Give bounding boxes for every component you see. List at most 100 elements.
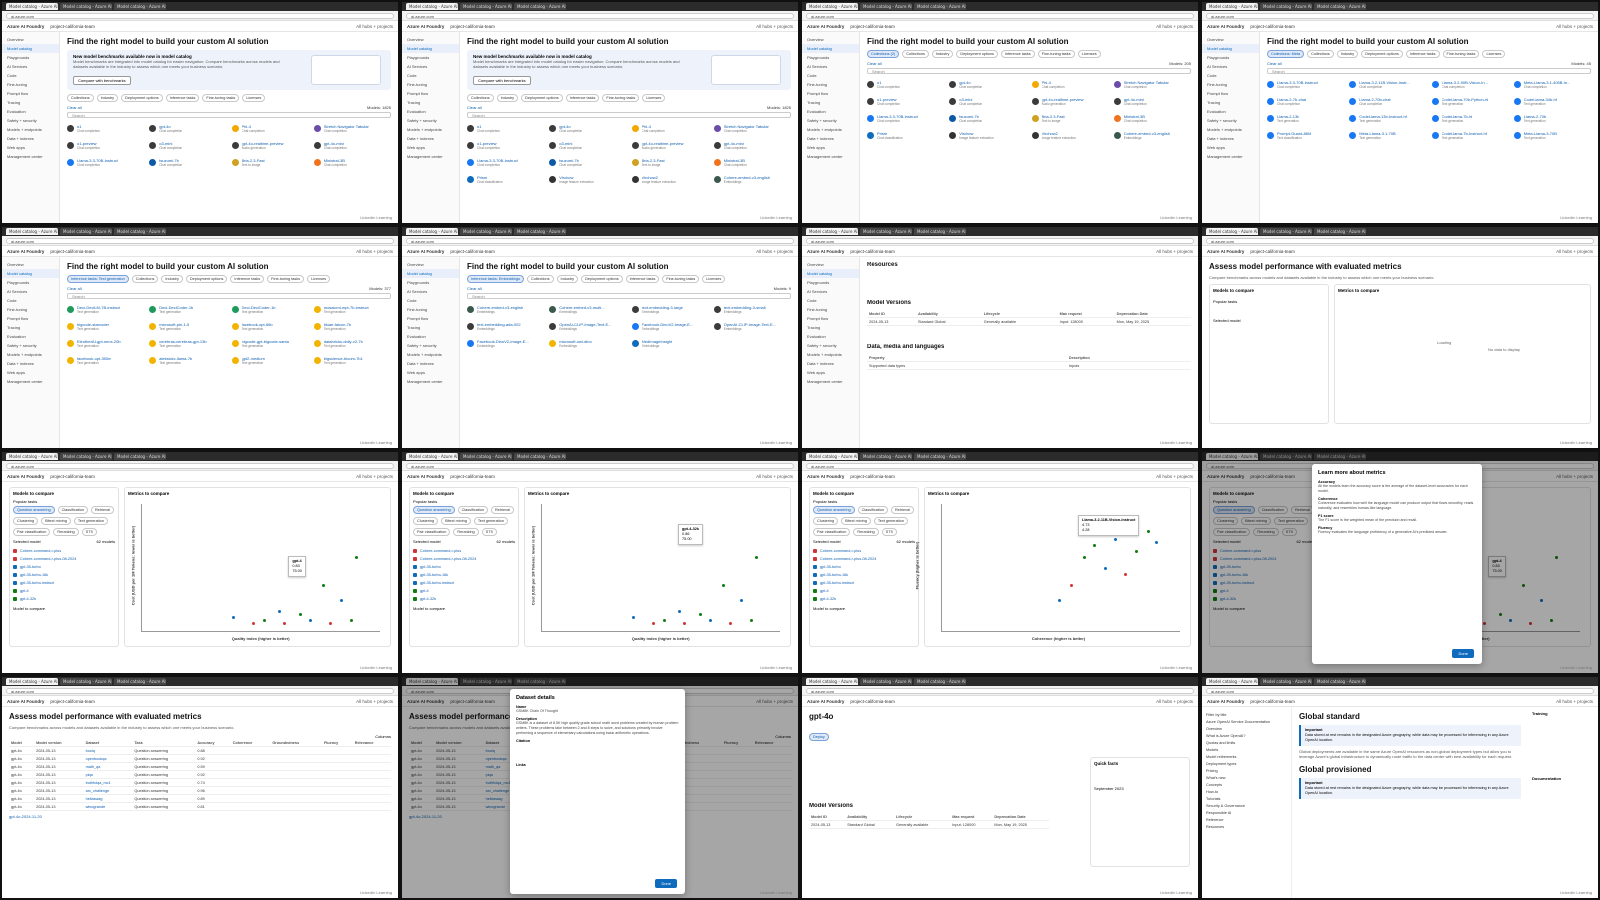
hubs-link[interactable]: All hubs + projects: [356, 249, 393, 254]
browser-tab[interactable]: Model catalog - Azure AI Foundry: [406, 453, 458, 460]
done-button[interactable]: Done: [655, 879, 677, 888]
sidebar-item[interactable]: Models + endpoints: [2, 350, 59, 359]
model-card[interactable]: gpt-4o-mini Chat completion: [1113, 95, 1191, 108]
browser-tab[interactable]: Model catalog - Azure AI Foundry: [406, 228, 458, 235]
browser-tab[interactable]: Model catalog - Azure AI Foundry: [806, 678, 858, 685]
sidebar-item[interactable]: Model catalog: [402, 269, 459, 278]
model-card[interactable]: OpenAI-CLIP-Image-Text-E... Embeddings: [713, 320, 791, 333]
sidebar-item[interactable]: Prompt flow: [802, 314, 859, 323]
model-card[interactable]: Llama-3.3-70B-Instruct Chat completion: [467, 156, 544, 169]
model-card[interactable]: Virchow Image feature extraction: [549, 173, 626, 186]
filter-chip[interactable]: Licenses: [307, 275, 331, 283]
model-card[interactable]: text-embedding-ada-002 Embeddings: [467, 320, 544, 333]
project-breadcrumb[interactable]: project-california-team: [50, 474, 95, 479]
sidebar-item[interactable]: Overview: [1202, 35, 1259, 44]
docs-nav-item[interactable]: Quotas and limits: [1202, 739, 1291, 746]
filter-chip[interactable]: Licenses: [242, 94, 266, 102]
model-card[interactable]: Llama-2-13b Text generation: [1267, 112, 1344, 125]
task-chip[interactable]: Retrieval: [490, 506, 514, 514]
filter-chip[interactable]: Inference tasks: [1000, 50, 1035, 58]
model-card[interactable]: Phi-4 Chat completion: [231, 122, 309, 135]
chart-point[interactable]: [683, 621, 687, 625]
selected-model-row[interactable]: gpt-35-turbo: [813, 563, 915, 571]
sidebar-item[interactable]: Models + endpoints: [402, 350, 459, 359]
sidebar-item[interactable]: Management center: [402, 377, 459, 386]
brand-name[interactable]: Azure AI Foundry: [1207, 699, 1244, 704]
task-chip[interactable]: Text generation: [473, 517, 508, 525]
hubs-link[interactable]: All hubs + projects: [756, 249, 793, 254]
filter-chip[interactable]: Collections: [131, 275, 159, 283]
url-field[interactable]: ai.azure.com: [6, 237, 394, 244]
browser-tab[interactable]: Model catalog - Azure AI Foundry: [914, 678, 966, 685]
filter-chip[interactable]: Industry: [496, 94, 519, 102]
project-breadcrumb[interactable]: project-california-team: [50, 249, 95, 254]
browser-tab[interactable]: Model catalog - Azure AI Foundry: [60, 678, 112, 685]
table-row[interactable]: gpt-4o2024-05-13openbookqaQuestion answe…: [9, 754, 391, 763]
chart-point[interactable]: [278, 610, 282, 614]
project-breadcrumb[interactable]: project-california-team: [50, 699, 95, 704]
model-card[interactable]: Phi-4 Chat completion: [631, 122, 709, 135]
chart-point[interactable]: [1147, 529, 1151, 533]
table-row[interactable]: gpt-4o2024-05-13hellaswagQuestion answer…: [9, 794, 391, 803]
chart-point[interactable]: [662, 618, 666, 622]
browser-tab[interactable]: Model catalog - Azure AI Foundry: [1314, 228, 1366, 235]
sidebar-item[interactable]: AI Services: [1202, 62, 1259, 71]
task-chip[interactable]: Bitext mining: [41, 517, 71, 525]
selected-model-row[interactable]: gpt-4: [813, 587, 915, 595]
filter-chip[interactable]: Deployment options: [185, 275, 228, 283]
model-card[interactable]: CodeLlama-13b-Instruct-hf Text generatio…: [1349, 112, 1426, 125]
chart-point[interactable]: [339, 598, 343, 602]
selected-model-row[interactable]: gpt-35-turbo-instruct: [413, 579, 515, 587]
model-card[interactable]: Cohere-embed-v3-english Embeddings: [467, 303, 544, 316]
sidebar-item[interactable]: Models + endpoints: [802, 350, 859, 359]
project-breadcrumb[interactable]: project-california-team: [450, 474, 495, 479]
task-chip[interactable]: Classification: [57, 506, 88, 514]
search-input[interactable]: Search: [467, 112, 791, 118]
model-card[interactable]: Llama-2-70b Text generation: [1513, 112, 1591, 125]
chart-point[interactable]: [262, 618, 266, 622]
model-card[interactable]: tsuzumi-7b Chat completion: [949, 112, 1026, 125]
sidebar-item[interactable]: Fine-tuning: [1202, 80, 1259, 89]
hubs-link[interactable]: All hubs + projects: [1556, 24, 1593, 29]
model-card[interactable]: Llama-3.3-70B-Instruct Chat completion: [67, 156, 144, 169]
chart-point[interactable]: [739, 598, 743, 602]
sidebar-item[interactable]: Overview: [402, 35, 459, 44]
browser-tab[interactable]: Model catalog - Azure AI Foundry: [1206, 678, 1258, 685]
sidebar-item[interactable]: Code: [2, 71, 59, 80]
filter-chip[interactable]: Fine-tuning tasks: [1037, 50, 1075, 58]
sidebar-item[interactable]: Safety + security: [802, 116, 859, 125]
sidebar-item[interactable]: Evaluation: [402, 107, 459, 116]
chart-point[interactable]: [252, 621, 256, 625]
model-card[interactable]: Meta-Llama-3-70B Text generation: [1513, 129, 1591, 142]
sidebar-item[interactable]: Model catalog: [802, 269, 859, 278]
url-field[interactable]: ai.azure.com: [6, 687, 394, 694]
filter-chip[interactable]: Collections: [902, 50, 929, 58]
table-cell[interactable]: arc_challenge: [83, 786, 133, 795]
brand-name[interactable]: Azure AI Foundry: [807, 249, 844, 254]
browser-tab[interactable]: Model catalog - Azure AI Foundry: [460, 453, 512, 460]
compare-benchmarks-button[interactable]: Compare with benchmarks: [473, 76, 531, 85]
sidebar-item[interactable]: Prompt flow: [2, 314, 59, 323]
hubs-link[interactable]: All hubs + projects: [356, 699, 393, 704]
model-card[interactable]: Llama-3.3-70B-Instruct Chat completion: [1267, 78, 1344, 91]
filter-chip[interactable]: Licenses: [1077, 50, 1101, 58]
model-card[interactable]: mosaicml-mpt-7b-instruct Text generation: [313, 303, 391, 316]
clear-all-link[interactable]: Clear all: [1267, 61, 1282, 66]
sidebar-item[interactable]: Tracing: [2, 323, 59, 332]
model-card[interactable]: gpt-4o-mini Chat completion: [713, 139, 791, 152]
model-card[interactable]: microsoft-phi-1-5 Text generation: [149, 320, 226, 333]
sidebar-item[interactable]: Code: [802, 296, 859, 305]
sidebar-item[interactable]: Overview: [802, 35, 859, 44]
clear-all-link[interactable]: Clear all: [467, 286, 482, 291]
brand-name[interactable]: Azure AI Foundry: [7, 249, 44, 254]
sidebar-item[interactable]: Web apps: [802, 368, 859, 377]
chart-point[interactable]: [1134, 549, 1138, 553]
docs-nav-item[interactable]: Azure OpenAI Service Documentation: [1202, 718, 1291, 725]
docs-nav-item[interactable]: Responsible AI: [1202, 809, 1291, 816]
project-breadcrumb[interactable]: project-california-team: [450, 24, 495, 29]
model-card[interactable]: o1-preview Chat completion: [67, 139, 144, 152]
selected-model-row[interactable]: Cohere-command-r-plus: [413, 547, 515, 555]
chart-point[interactable]: [729, 621, 733, 625]
sidebar-item[interactable]: Prompt flow: [1202, 89, 1259, 98]
brand-name[interactable]: Azure AI Foundry: [407, 24, 444, 29]
